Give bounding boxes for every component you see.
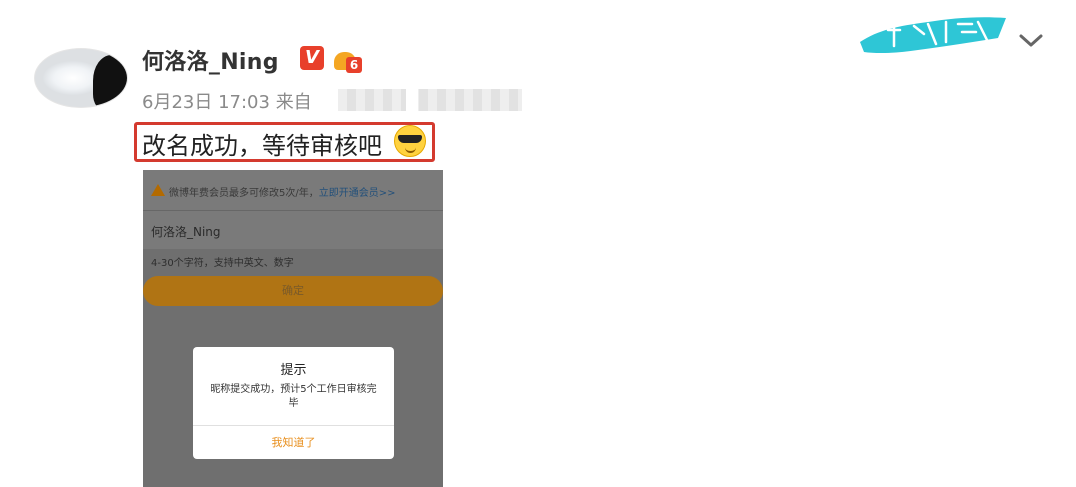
dialog-title: 提示: [280, 363, 307, 378]
crown-level: 6: [346, 57, 362, 73]
dialog-message: 昵称提交成功，预计5个工作日审核完毕: [210, 384, 377, 409]
post-meta: 6月23日 17:03 来自: [142, 88, 312, 114]
nickname-hint: 4-30个字符，支持中英文、数字: [151, 258, 294, 269]
sunglasses-emoji-icon: [394, 125, 426, 157]
nickname-value: 何洛洛_Ning: [151, 225, 221, 239]
warning-icon: [151, 184, 165, 196]
confirm-button: 确定: [143, 276, 443, 306]
post-source-prefix: 来自: [275, 92, 312, 113]
post-source-blurred: [338, 89, 522, 111]
blur-gap: [406, 89, 418, 111]
smile: [405, 146, 416, 153]
vip-badge-icon: V: [300, 46, 324, 70]
crown-level-icon: 6: [332, 44, 362, 74]
shades: [398, 135, 422, 143]
dialog-ok-button: 我知道了: [271, 436, 316, 449]
post-image[interactable]: 微博年费会员最多可修改5次/年，立即开通会员>> 何洛洛_Ning 4-30个字…: [143, 170, 443, 487]
post-text: 改名成功，等待审核吧: [142, 132, 382, 160]
avatar-silhouette: [93, 55, 127, 107]
nickname-field: 何洛洛_Ning: [143, 210, 443, 249]
member-notice-link: 立即开通会员>>: [318, 188, 396, 199]
member-notice: 微博年费会员最多可修改5次/年，立即开通会员>>: [169, 184, 396, 199]
post-date[interactable]: 6月23日 17:03: [142, 92, 270, 113]
member-notice-text: 微博年费会员最多可修改5次/年，: [169, 188, 319, 199]
brush-logo-icon: [860, 17, 1006, 54]
avatar[interactable]: [34, 48, 128, 108]
username[interactable]: 何洛洛_Ning: [142, 44, 279, 76]
success-dialog: 提示 昵称提交成功，预计5个工作日审核完毕 我知道了: [193, 347, 394, 459]
chevron-down-icon[interactable]: [1018, 30, 1044, 50]
member-notice-bar: 微博年费会员最多可修改5次/年，立即开通会员>>: [143, 170, 443, 210]
